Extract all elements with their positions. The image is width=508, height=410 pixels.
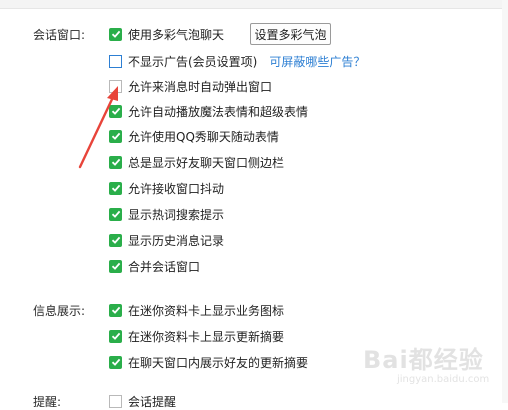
watermark-sub: jingyan.baidu.com	[397, 374, 490, 385]
watermark-text: Bai都经验	[363, 346, 484, 374]
baidu-watermark-logo: Bai都经验 jingyan.baidu.com	[357, 338, 502, 398]
